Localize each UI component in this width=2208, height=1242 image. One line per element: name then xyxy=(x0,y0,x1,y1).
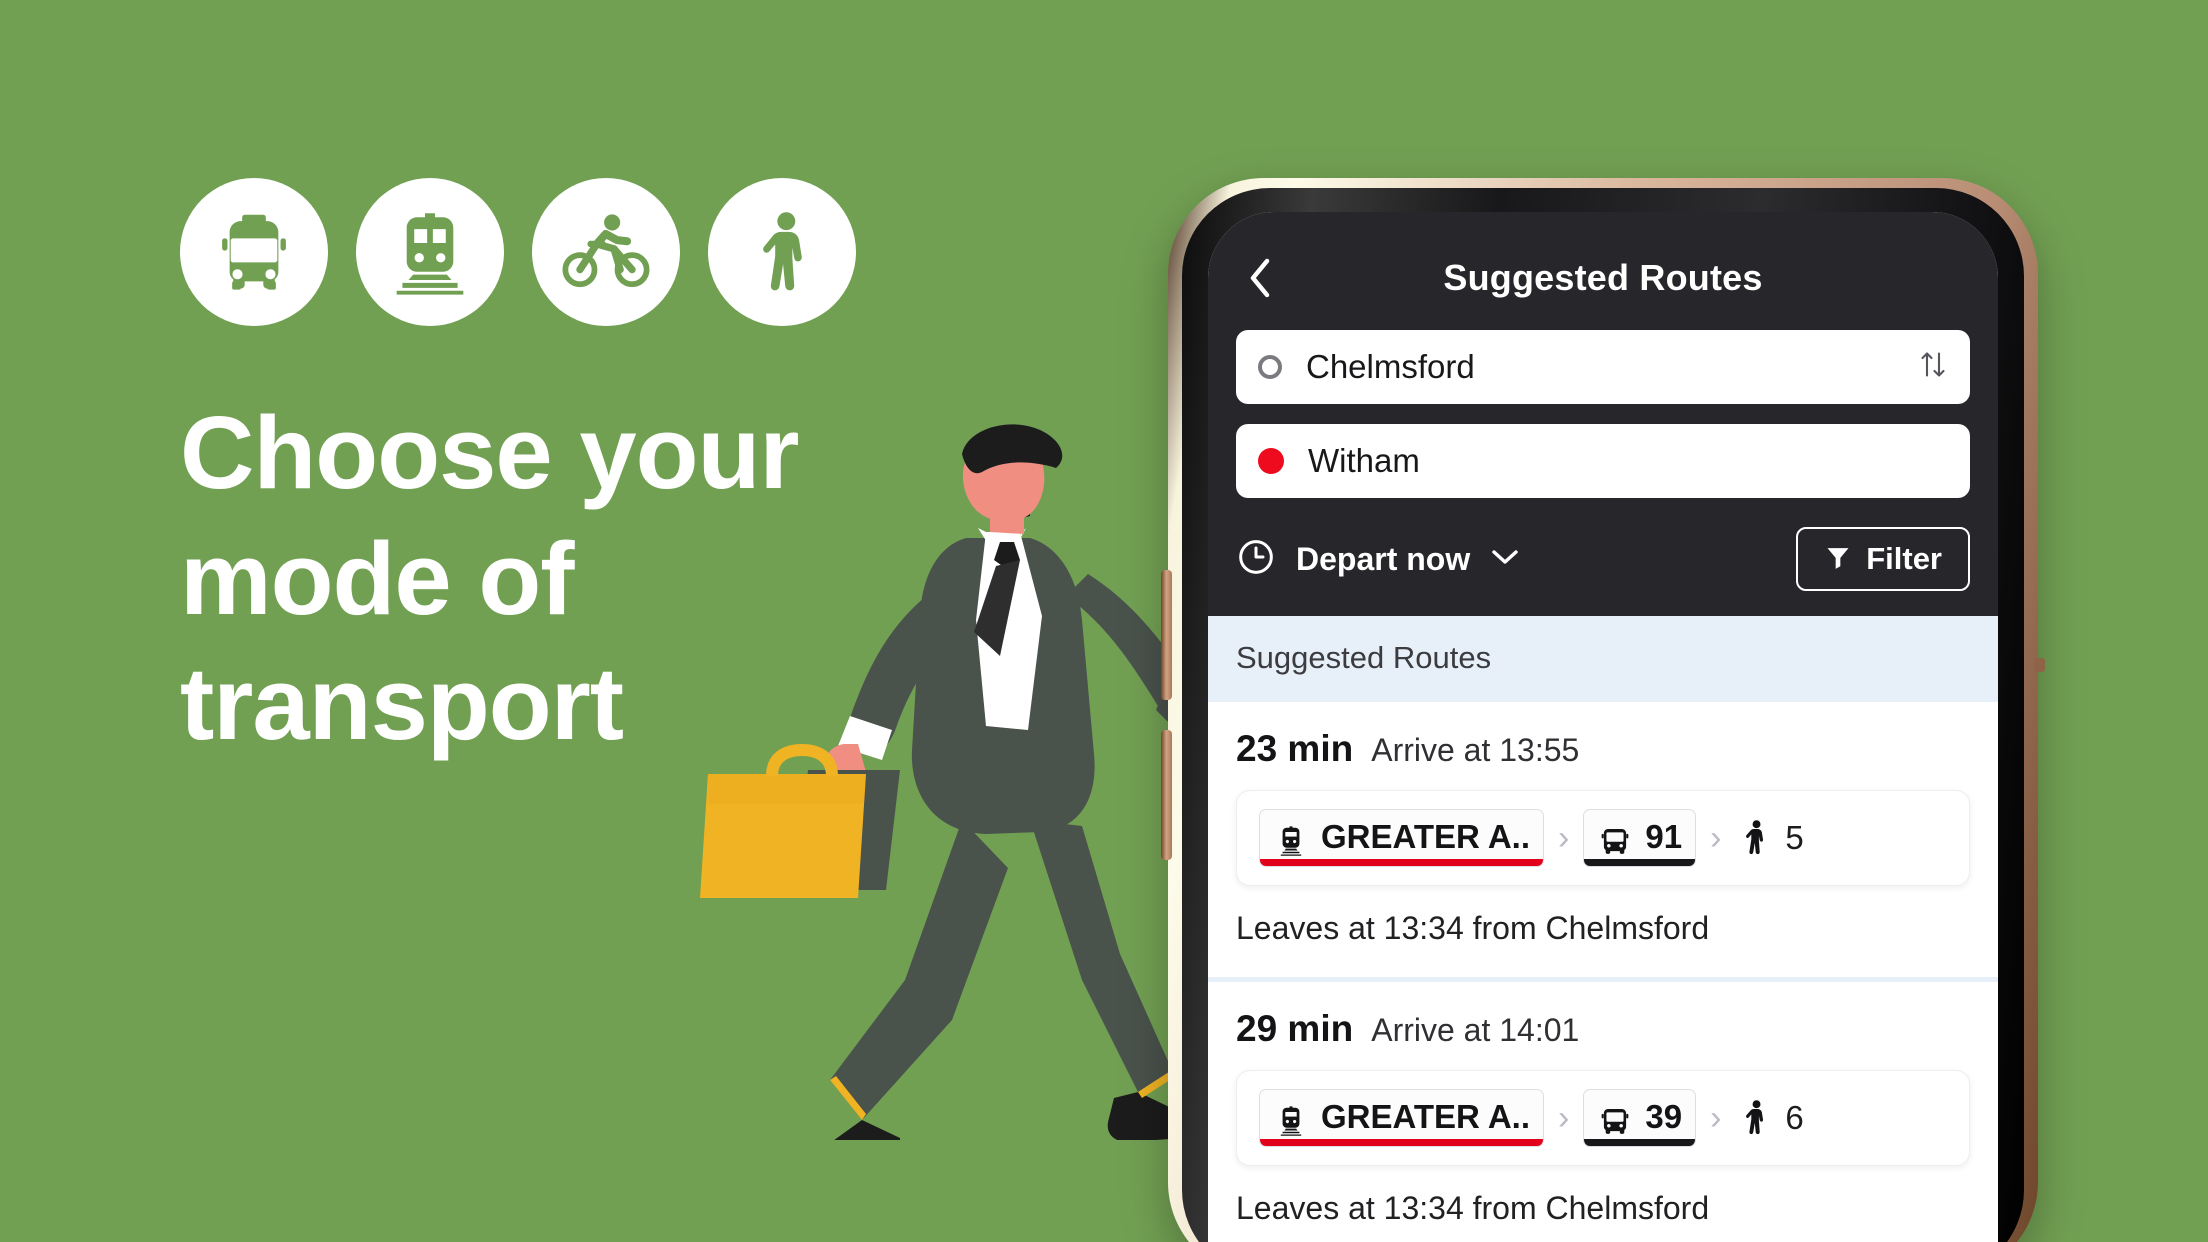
walk-leg: 6 xyxy=(1735,1098,1804,1138)
mode-circle-train xyxy=(356,178,504,326)
phone-screen: Suggested Routes Chelmsford Witham Depar… xyxy=(1208,212,1998,1242)
chevron-right-icon: › xyxy=(1710,819,1722,857)
train-icon xyxy=(1273,824,1309,860)
results-section-title: Suggested Routes xyxy=(1208,616,1998,702)
route-summary: 29 min Arrive at 14:01 xyxy=(1236,1008,1970,1050)
bus-icon xyxy=(1597,824,1633,860)
swap-vertical-icon[interactable] xyxy=(1918,349,1948,386)
page-title: Suggested Routes xyxy=(1443,257,1763,298)
filter-button[interactable]: Filter xyxy=(1796,527,1970,591)
volume-down-button[interactable] xyxy=(1161,730,1172,860)
route-legs: GREATER A.. › 91 › 5 xyxy=(1236,790,1970,886)
route-legs: GREATER A.. › 39 › 6 xyxy=(1236,1070,1970,1166)
walking-icon xyxy=(1735,818,1773,858)
circle-outline-icon xyxy=(1258,355,1282,379)
cycling-icon xyxy=(560,206,652,298)
chevron-left-icon[interactable] xyxy=(1240,258,1280,298)
destination-value: Witham xyxy=(1308,442,1420,479)
app-header: Suggested Routes Chelmsford Witham Depar… xyxy=(1208,212,1998,616)
depart-label: Depart now xyxy=(1296,540,1471,577)
phone-mockup: Suggested Routes Chelmsford Witham Depar… xyxy=(1161,178,2045,1242)
walk-leg: 5 xyxy=(1735,818,1804,858)
route-arrival: Arrive at 14:01 xyxy=(1371,1012,1580,1048)
depart-time-selector[interactable]: Depart now xyxy=(1236,537,1520,582)
circle-filled-icon xyxy=(1258,448,1284,474)
funnel-icon xyxy=(1824,543,1852,576)
bus-service-badge[interactable]: 39 xyxy=(1583,1089,1697,1147)
route-card[interactable]: 29 min Arrive at 14:01 GREATER A.. › 39 › 6… xyxy=(1208,982,1998,1242)
bus-service-badge[interactable]: 91 xyxy=(1583,809,1697,867)
walk-minutes: 5 xyxy=(1785,819,1804,856)
train-icon xyxy=(1273,1104,1309,1140)
walking-icon xyxy=(1735,1098,1773,1138)
clock-icon xyxy=(1236,537,1276,582)
route-arrival: Arrive at 13:55 xyxy=(1371,732,1580,768)
power-button[interactable] xyxy=(2034,658,2045,672)
leg-color-bar xyxy=(1584,859,1696,866)
mode-icon-row xyxy=(180,178,856,326)
promo-banner: Choose your mode of transport Suggested … xyxy=(0,0,2208,1242)
leg-color-bar xyxy=(1260,1139,1544,1146)
route-departure: Leaves at 13:34 from Chelmsford xyxy=(1236,1190,1710,1226)
route-summary: 23 min Arrive at 13:55 xyxy=(1236,728,1970,770)
origin-value: Chelmsford xyxy=(1306,348,1475,385)
train-icon xyxy=(387,209,473,295)
businessman-illustration xyxy=(690,420,1210,1140)
walking-icon xyxy=(739,209,825,295)
mode-circle-bus xyxy=(180,178,328,326)
route-departure: Leaves at 13:34 from Chelmsford xyxy=(1236,910,1710,946)
leg-color-bar xyxy=(1260,859,1544,866)
route-duration: 29 min xyxy=(1236,1008,1354,1049)
nav-bar: Suggested Routes xyxy=(1236,250,1970,306)
bus-icon xyxy=(1597,1104,1633,1140)
filter-label: Filter xyxy=(1866,541,1942,576)
route-list: 23 min Arrive at 13:55 GREATER A.. › 91 › 5… xyxy=(1208,702,1998,1242)
train-service-badge[interactable]: GREATER A.. xyxy=(1259,809,1545,867)
chevron-right-icon: › xyxy=(1710,1099,1722,1137)
route-duration: 23 min xyxy=(1236,728,1354,769)
origin-field[interactable]: Chelmsford xyxy=(1236,330,1970,404)
chevron-right-icon: › xyxy=(1558,819,1570,857)
volume-up-button[interactable] xyxy=(1161,570,1172,700)
chevron-down-icon xyxy=(1490,547,1520,572)
route-card[interactable]: 23 min Arrive at 13:55 GREATER A.. › 91 › 5… xyxy=(1208,702,1998,982)
destination-field[interactable]: Witham xyxy=(1236,424,1970,498)
mode-circle-cycling xyxy=(532,178,680,326)
leg-color-bar xyxy=(1584,1139,1696,1146)
mode-circle-walking xyxy=(708,178,856,326)
train-service-badge[interactable]: GREATER A.. xyxy=(1259,1089,1545,1147)
walk-minutes: 6 xyxy=(1785,1099,1804,1136)
chevron-right-icon: › xyxy=(1558,1099,1570,1137)
bus-icon xyxy=(211,209,297,295)
controls-row: Depart now Filter xyxy=(1236,527,1970,591)
